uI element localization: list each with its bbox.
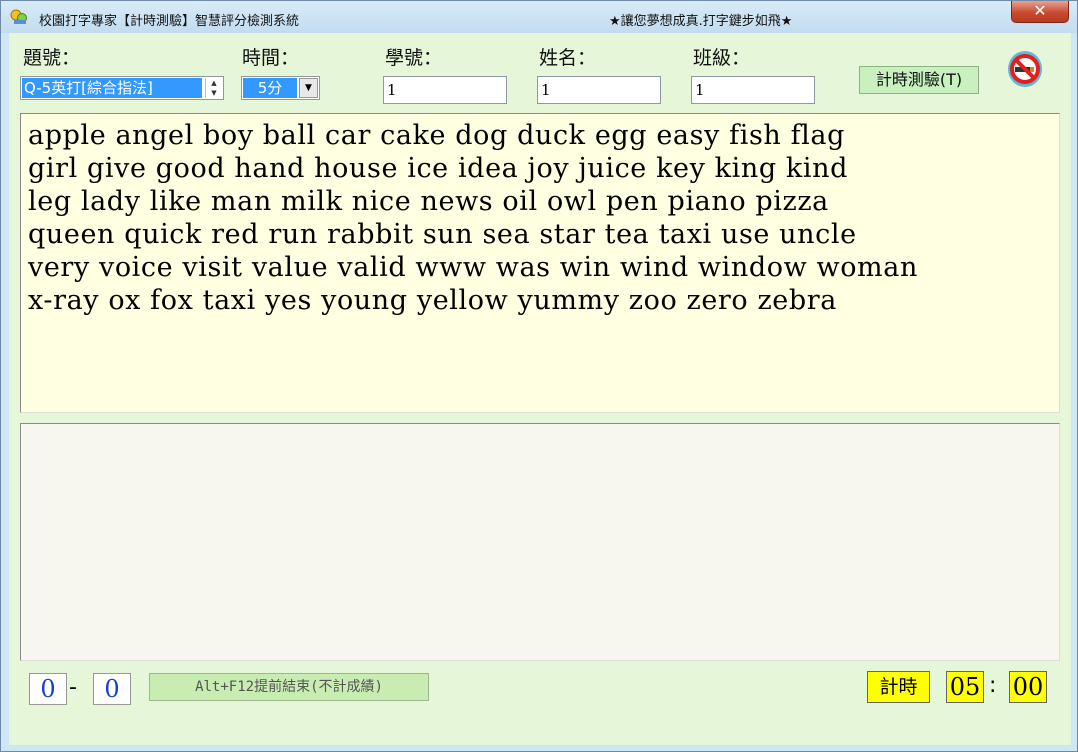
time-label: 時間：	[242, 47, 300, 69]
name-label: 姓名：	[539, 47, 597, 69]
count-separator: -	[69, 675, 77, 700]
main-panel: 題號： 時間： 學號： 姓名： 班級： Q-5英打[綜合指法] ▲ ▼ 5分 ▼…	[9, 33, 1071, 745]
spin-up-icon[interactable]: ▲	[206, 78, 222, 88]
close-icon: ✕	[1033, 1, 1047, 20]
error-count: 0	[93, 673, 131, 705]
class-input[interactable]: 1	[691, 76, 815, 104]
timer-minutes: 05	[946, 671, 984, 703]
student-id-input[interactable]: 1	[383, 76, 507, 104]
time-dropdown-button[interactable]: ▼	[299, 78, 318, 98]
title-bar[interactable]: 校園打字專家【計時測驗】智慧評分檢測系統 ★讓您夢想成真.打字鍵步如飛★ ✕	[1, 1, 1077, 33]
app-logo-icon	[10, 9, 27, 24]
name-input[interactable]: 1	[537, 76, 661, 104]
window-title: 校園打字專家【計時測驗】智慧評分檢測系統	[39, 14, 300, 29]
close-button[interactable]: ✕	[1011, 1, 1069, 23]
timed-test-button[interactable]: 計時測驗(T)	[859, 66, 979, 94]
student-id-label: 學號：	[385, 47, 443, 69]
time-selector[interactable]: 5分 ▼	[241, 76, 320, 100]
question-label: 題號：	[23, 47, 81, 69]
window-slogan: ★讓您夢想成真.打字鍵步如飛★	[609, 14, 793, 29]
timer-seconds: 00	[1009, 671, 1047, 703]
early-finish-button[interactable]: Alt+F12提前結束(不計成績)	[149, 673, 429, 701]
source-text: apple angel boy ball car cake dog duck e…	[28, 120, 918, 316]
typed-count: 0	[29, 673, 67, 705]
question-spinner[interactable]: ▲ ▼	[205, 78, 222, 98]
timer-colon: :	[989, 673, 997, 698]
no-smoking-icon[interactable]	[1006, 49, 1044, 89]
timer-label: 計時	[867, 671, 930, 703]
question-selector[interactable]: Q-5英打[綜合指法] ▲ ▼	[20, 76, 224, 100]
time-value: 5分	[243, 78, 297, 98]
typing-area[interactable]	[20, 423, 1060, 661]
dropdown-arrow-icon: ▼	[305, 83, 312, 93]
question-value: Q-5英打[綜合指法]	[22, 78, 202, 98]
spin-down-icon[interactable]: ▼	[206, 88, 222, 98]
source-text-panel: apple angel boy ball car cake dog duck e…	[20, 113, 1060, 413]
class-label: 班級：	[693, 47, 751, 69]
app-window: 校園打字專家【計時測驗】智慧評分檢測系統 ★讓您夢想成真.打字鍵步如飛★ ✕ 題…	[0, 0, 1078, 752]
